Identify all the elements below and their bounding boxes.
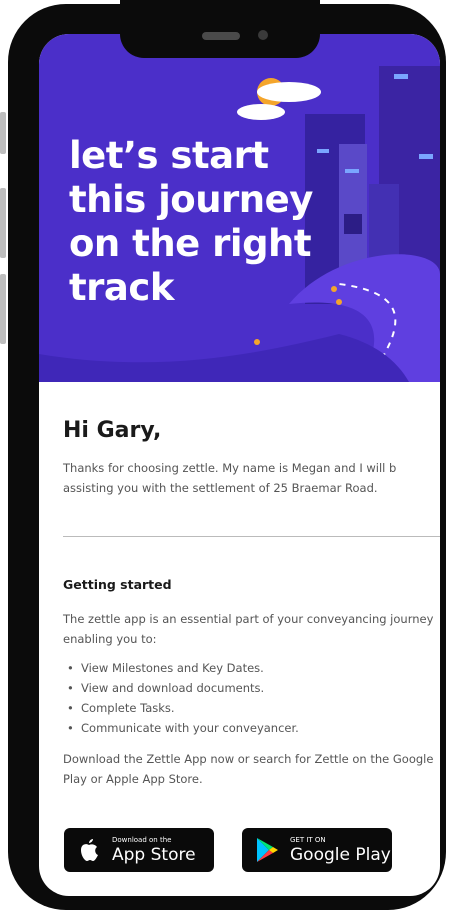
list-item: Complete Tasks. — [67, 698, 299, 718]
hero-banner: let’s start this journey on the right tr… — [39, 34, 440, 382]
hero-title-line: let’s start — [69, 134, 269, 177]
side-button — [0, 188, 6, 258]
google-play-button[interactable]: GET IT ON Google Play — [242, 828, 392, 872]
app-store-caption: Download on the — [112, 835, 172, 844]
hero-title-line: this journey — [69, 178, 313, 221]
download-instructions: Download the Zettle App now or search fo… — [63, 752, 434, 786]
list-item: View Milestones and Key Dates. — [67, 658, 299, 678]
speaker-grille — [202, 32, 240, 40]
section-title: Getting started — [63, 577, 172, 592]
phone-screen: let’s start this journey on the right tr… — [39, 34, 440, 896]
divider — [63, 536, 440, 537]
app-store-label: App Store — [112, 844, 196, 865]
hero-title: let’s start this journey on the right tr… — [69, 134, 349, 310]
side-button — [0, 274, 6, 344]
apple-icon — [74, 834, 104, 866]
list-item: Communicate with your conveyancer. — [67, 718, 299, 738]
greeting-heading: Hi Gary, — [63, 418, 162, 443]
intro-text: Thanks for choosing zettle. My name is M… — [63, 458, 440, 498]
phone-notch — [120, 0, 320, 58]
app-description: The zettle app is an essential part of y… — [63, 612, 434, 646]
google-play-label: Google Play — [290, 844, 391, 865]
front-camera — [258, 30, 268, 40]
hero-title-line: on the right — [69, 222, 312, 265]
google-play-icon — [252, 834, 282, 866]
intro-line: Thanks for choosing zettle. My name is M… — [63, 461, 397, 475]
google-play-caption: GET IT ON — [290, 835, 326, 844]
list-item: View and download documents. — [67, 678, 299, 698]
app-store-button[interactable]: Download on the App Store — [64, 828, 214, 872]
feature-list: View Milestones and Key Dates. View and … — [67, 658, 299, 738]
side-button — [0, 112, 6, 154]
phone-frame: let’s start this journey on the right tr… — [8, 0, 446, 910]
intro-line: assisting you with the settlement of 25 … — [63, 481, 378, 495]
hero-title-line: track — [69, 266, 174, 309]
